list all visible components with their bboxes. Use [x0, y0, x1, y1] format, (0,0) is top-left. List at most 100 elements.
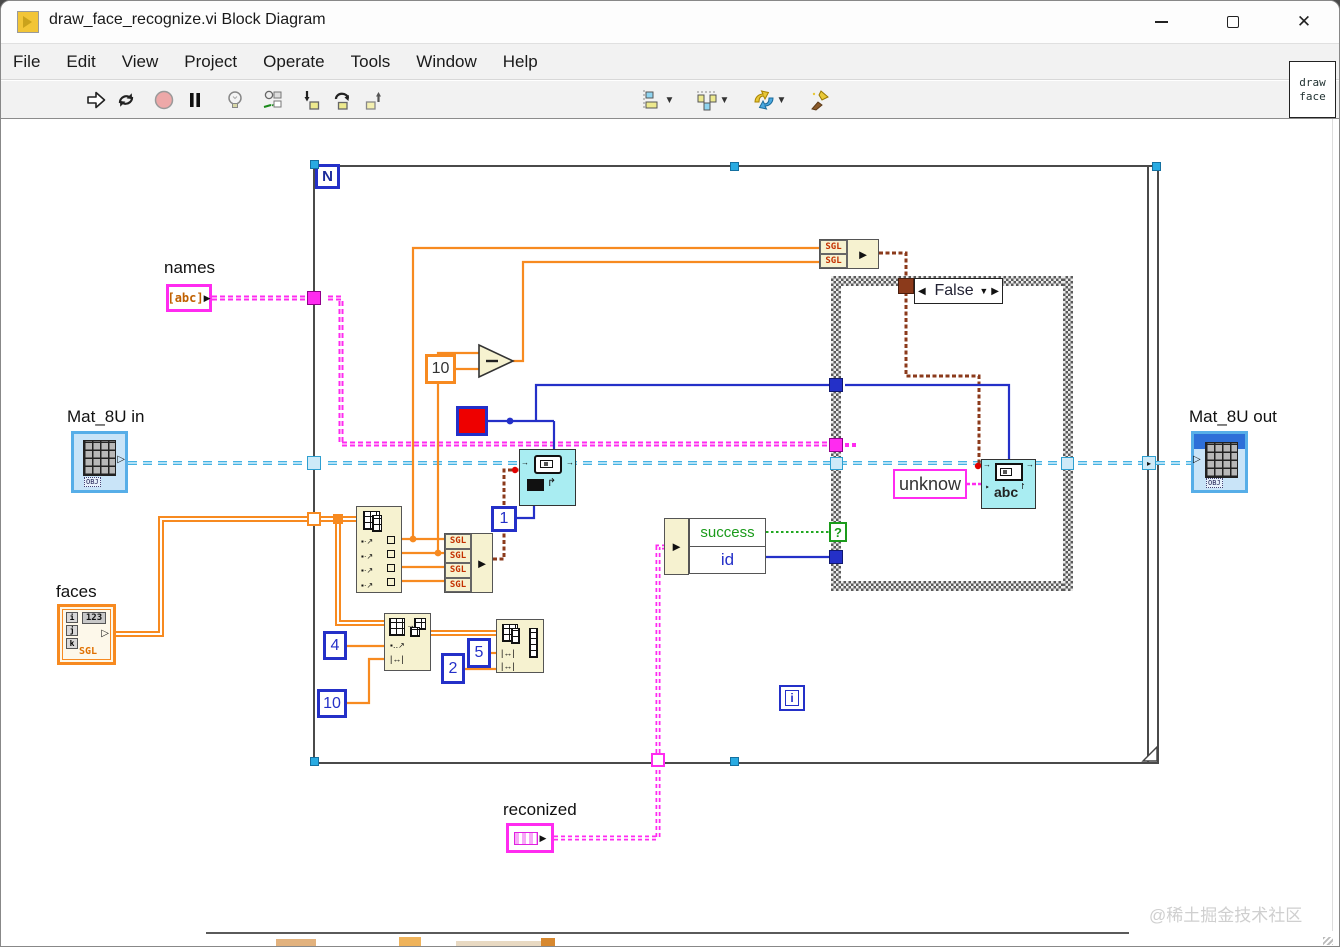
step-over-button[interactable] — [330, 87, 356, 113]
faces-label: faces — [56, 582, 97, 601]
selection-handle[interactable] — [310, 160, 319, 169]
reshape-array-node[interactable]: → ▪‥↗ |↔| — [384, 613, 431, 671]
draw-rectangle-vi[interactable]: ↱ → → — [519, 449, 576, 506]
unbundle-field-success[interactable]: success — [689, 518, 766, 547]
tunnel-color[interactable] — [829, 378, 843, 392]
constant-10-threshold[interactable]: 10 — [425, 354, 456, 384]
tunnel-faces[interactable] — [307, 512, 321, 526]
selection-handle[interactable] — [730, 162, 739, 171]
constant-4[interactable]: 4 — [323, 631, 347, 660]
pause-button[interactable] — [182, 87, 208, 113]
clean-up-diagram-button[interactable] — [801, 87, 839, 113]
unbundle-input-cell[interactable]: ► — [664, 518, 689, 575]
vi-icon-text-2: face — [1299, 89, 1326, 103]
menu-view[interactable]: View — [122, 52, 159, 72]
tunnel-reconized[interactable] — [651, 753, 665, 767]
case-structure-border-bottom[interactable] — [831, 581, 1073, 591]
resize-grip[interactable] — [1323, 937, 1333, 945]
abort-button[interactable] — [151, 87, 177, 113]
constant-5[interactable]: 5 — [467, 638, 491, 668]
names-terminal[interactable]: [abc] ▶ — [166, 284, 212, 312]
output-arrow-icon: ▶ — [539, 832, 547, 843]
step-out-button[interactable] — [361, 87, 387, 113]
output-square — [387, 578, 395, 586]
maximize-button[interactable] — [1208, 1, 1258, 43]
align-objects-button[interactable]: ▼ — [638, 87, 676, 113]
constant-unknow[interactable]: unknow — [893, 469, 967, 499]
tunnel-text-pos[interactable] — [898, 278, 914, 294]
minimize-button[interactable] — [1136, 1, 1186, 43]
unbundle-field-id[interactable]: id — [689, 546, 766, 574]
constant-1[interactable]: 1 — [491, 506, 517, 532]
selection-handle[interactable] — [1152, 162, 1161, 171]
index-k[interactable]: k — [66, 638, 78, 649]
sgl-pair-node[interactable]: SGL SGL ► — [819, 239, 879, 269]
tunnel-mat-out[interactable]: ▸ — [1142, 456, 1156, 470]
cluster-glyph — [513, 831, 538, 845]
selection-handle[interactable] — [730, 757, 739, 766]
retain-wire-values-button[interactable] — [260, 87, 286, 113]
index-array-row-node[interactable]: |↔| |↔| — [496, 619, 544, 673]
chevron-down-icon[interactable]: ▼ — [979, 286, 988, 296]
constant-2[interactable]: 2 — [441, 653, 465, 684]
output-arrow-icon: ▷ — [101, 628, 109, 639]
menu-edit[interactable]: Edit — [66, 52, 95, 72]
output-arrow-icon: ▶ — [203, 292, 211, 303]
arrow-icon: ↱ — [547, 477, 557, 489]
menu-project[interactable]: Project — [184, 52, 237, 72]
loop-iteration-terminal[interactable]: i — [779, 685, 805, 711]
case-next-icon[interactable]: ▶ — [991, 286, 999, 297]
tunnel-mat-case-out[interactable] — [1061, 457, 1074, 470]
selection-handle[interactable] — [310, 757, 319, 766]
case-structure-border-left[interactable] — [831, 276, 841, 591]
faces-terminal[interactable]: i j k 123 SGL ▷ — [57, 604, 116, 665]
case-structure-interior[interactable] — [841, 286, 1063, 581]
tunnel-names-case[interactable] — [829, 438, 843, 452]
index-i[interactable]: i — [66, 612, 78, 623]
color-box-constant[interactable] — [456, 406, 488, 436]
constant-10[interactable]: 10 — [317, 689, 347, 718]
run-continuously-button[interactable] — [113, 87, 139, 113]
minimize-icon — [1154, 21, 1168, 23]
rectangle-icon — [534, 455, 562, 474]
menu-window[interactable]: Window — [416, 52, 476, 72]
tunnel-id[interactable] — [829, 550, 843, 564]
horizontal-scrollbar[interactable] — [206, 932, 1129, 934]
menu-help[interactable]: Help — [503, 52, 538, 72]
tunnel-mat-in[interactable] — [307, 456, 321, 470]
tunnel-mat-case-in[interactable] — [830, 457, 843, 470]
dim-mark: |↔| — [390, 654, 404, 664]
menu-file[interactable]: File — [13, 52, 40, 72]
menu-operate[interactable]: Operate — [263, 52, 324, 72]
mat-in-label: Mat_8U in — [67, 407, 145, 426]
draw-text-vi[interactable]: abc ‣ ↾ → → — [981, 459, 1036, 509]
case-prev-icon[interactable]: ◀ — [918, 286, 926, 297]
index-marks: ▪·↗ ▪·↗ ▪·↗ ▪·↗ — [361, 537, 374, 590]
mat-in-terminal[interactable]: OBJ ▷ — [71, 431, 128, 493]
sgl-tag: SGL — [79, 646, 98, 657]
step-into-button[interactable] — [299, 87, 325, 113]
case-structure-border-right[interactable] — [1063, 276, 1073, 591]
case-selector-terminal[interactable]: ? — [829, 522, 847, 542]
close-button[interactable]: ✕ — [1279, 1, 1329, 43]
index-j[interactable]: j — [66, 625, 78, 636]
build-array-arrow: ► — [847, 240, 878, 268]
run-button[interactable] — [83, 87, 109, 113]
distribute-objects-button[interactable]: ▼ — [692, 87, 732, 113]
index-array-node[interactable]: ▪·↗ ▪·↗ ▪·↗ ▪·↗ — [356, 506, 402, 593]
resize-objects-button[interactable]: ▼ — [748, 87, 790, 113]
labview-window: draw_face_recognize.vi Block Diagram ✕ F… — [0, 0, 1340, 947]
clean-up-icon — [811, 90, 829, 111]
rectangle-icon — [995, 463, 1023, 481]
vi-icon[interactable]: draw face — [1289, 61, 1336, 118]
names-label: names — [164, 258, 216, 277]
tunnel-names[interactable] — [307, 291, 321, 305]
highlight-execution-button[interactable] — [222, 87, 248, 113]
mat-out-terminal[interactable]: OBJ ▷ — [1191, 431, 1248, 493]
reconized-terminal[interactable]: ▶ — [506, 823, 554, 853]
menu-tools[interactable]: Tools — [351, 52, 391, 72]
iteration-glyph: i — [785, 690, 799, 706]
sgl-build-array-node[interactable]: SGL SGL SGL SGL ► — [444, 533, 493, 593]
retain-values-icon — [263, 90, 282, 108]
case-selector[interactable]: ◀ False ▼ ▶ — [914, 278, 1003, 304]
